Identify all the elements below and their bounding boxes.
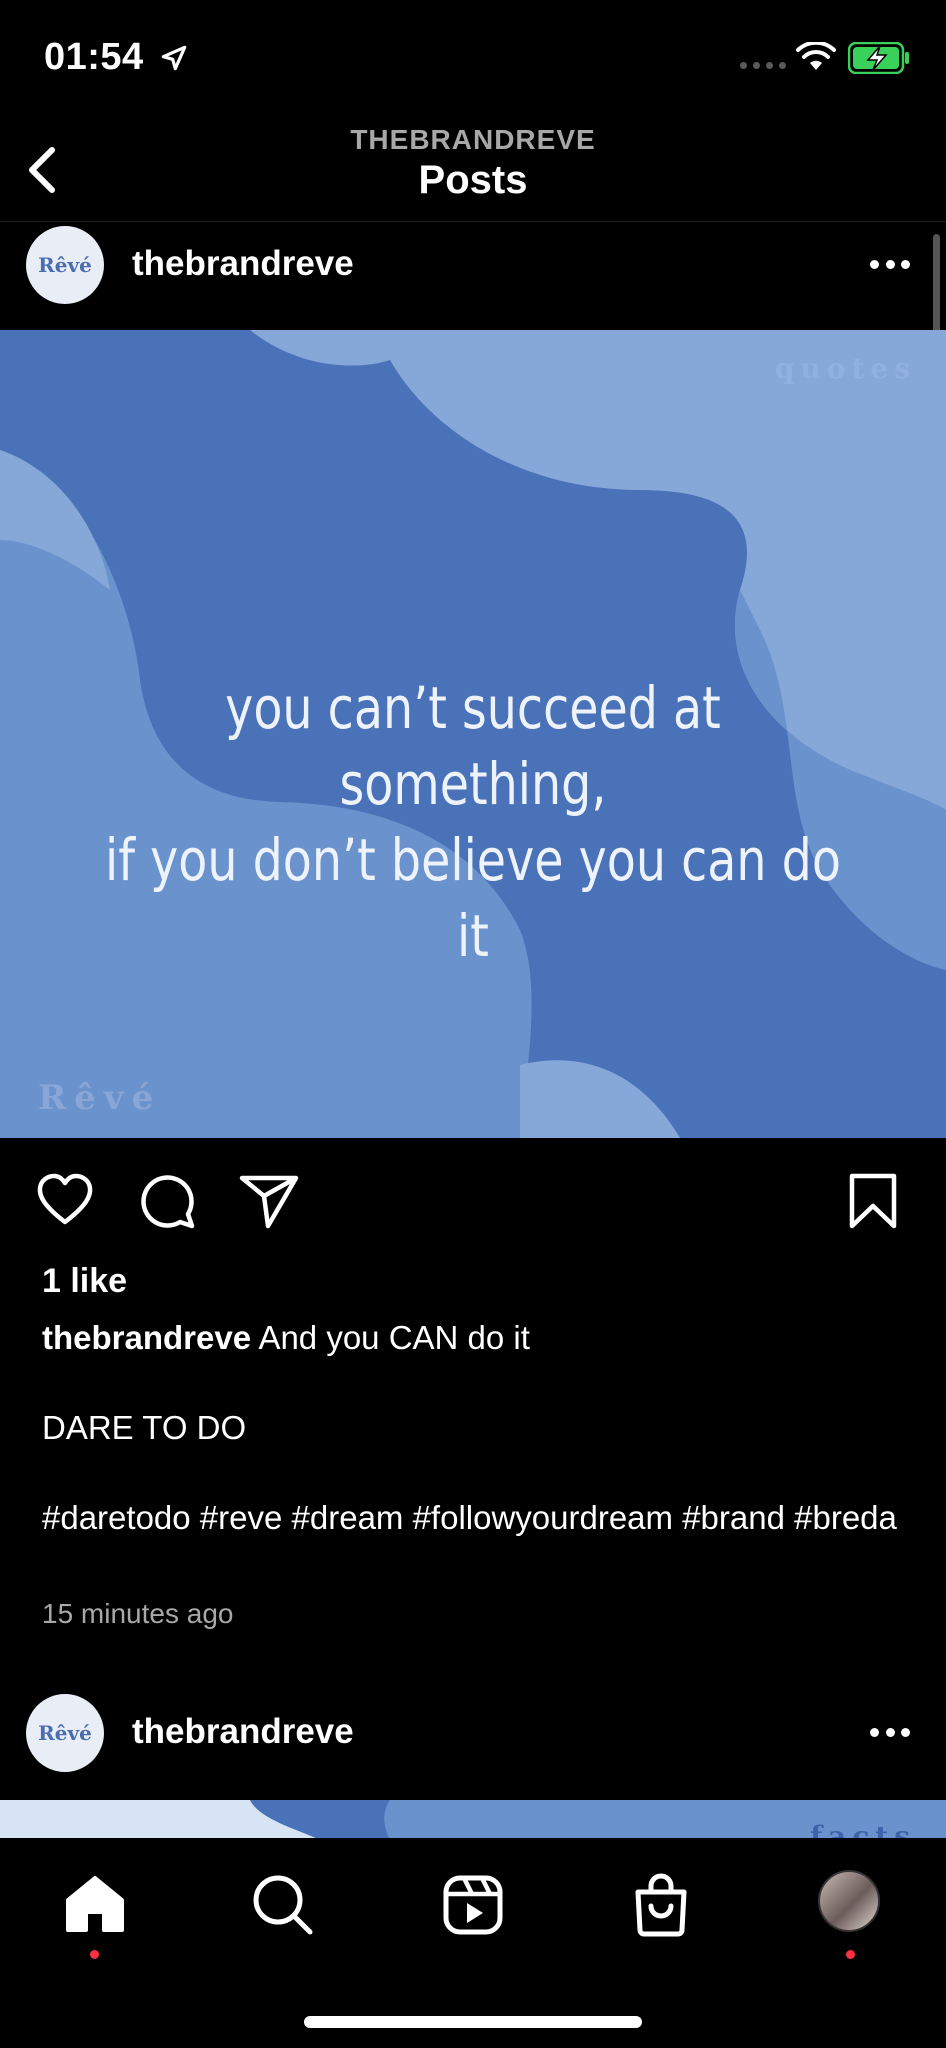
heart-icon[interactable] [34,1170,96,1232]
post-image-2-background [0,1800,946,1840]
page-header: THEBRANDREVE Posts [0,120,946,222]
avatar-2[interactable]: Rêvé [26,1694,104,1772]
quote-line-1: you can’t succeed at something, [225,674,721,818]
avatar-text-2: Rêvé [38,1721,92,1745]
wifi-icon [796,42,836,70]
avatar-text: Rêvé [38,253,92,277]
avatar[interactable]: Rêvé [26,226,104,304]
location-arrow-icon [161,45,187,71]
like-count[interactable]: 1 like [42,1262,127,1301]
home-notification-dot [90,1950,99,1959]
profile-avatar[interactable] [818,1870,880,1932]
post-username[interactable]: thebrandreve [132,244,354,284]
home-indicator[interactable] [304,2016,642,2028]
post-image-2[interactable]: facts [0,1800,946,1840]
comment-icon[interactable] [136,1170,198,1232]
share-icon[interactable] [238,1170,300,1232]
status-time: 01:54 [44,36,144,78]
quote-line-2: if you don’t believe you can do it [105,826,841,970]
post-header: Rêvé thebrandreve [0,214,946,314]
shop-icon[interactable] [626,1870,696,1940]
page-title: Posts [418,158,528,202]
signal-icon [740,62,786,69]
status-bar: 01:54 [0,0,946,120]
profile-notification-dot [846,1950,855,1959]
post-username-2[interactable]: thebrandreve [132,1712,354,1752]
screen: 01:54 THEBRANDREVE Posts Rêvé thebrandre… [0,0,946,2048]
caption-text: And you CAN do it [258,1319,530,1356]
post-image[interactable]: quotes you can’t succeed at something, i… [0,330,946,1138]
caption-line-2: DARE TO DO [42,1409,247,1446]
reels-icon[interactable] [438,1870,508,1940]
image-watermark: Rêvé [38,1078,162,1118]
quote-text: you can’t succeed at something, if you d… [85,670,861,974]
header-username: THEBRANDREVE [350,124,596,155]
post-header-2: Rêvé thebrandreve [0,1682,946,1782]
battery-charging-icon [848,42,909,74]
caption-username[interactable]: thebrandreve [42,1319,251,1356]
post-timestamp: 15 minutes ago [42,1598,234,1629]
post-image-tag: quotes [774,352,916,385]
more-options-icon-2[interactable] [870,1722,910,1742]
home-icon[interactable] [60,1870,130,1940]
post-caption: thebrandreve And you CAN do it DARE TO D… [42,1318,922,1448]
caption-hashtags[interactable]: #daretodo #reve #dream #followyourdream … [42,1498,922,1538]
search-icon[interactable] [248,1870,318,1940]
post-image-2-tag: facts [810,1820,916,1840]
bottom-nav [0,1838,946,2048]
more-options-icon[interactable] [870,254,910,274]
post-actions [0,1160,946,1240]
bookmark-icon[interactable] [842,1170,904,1232]
